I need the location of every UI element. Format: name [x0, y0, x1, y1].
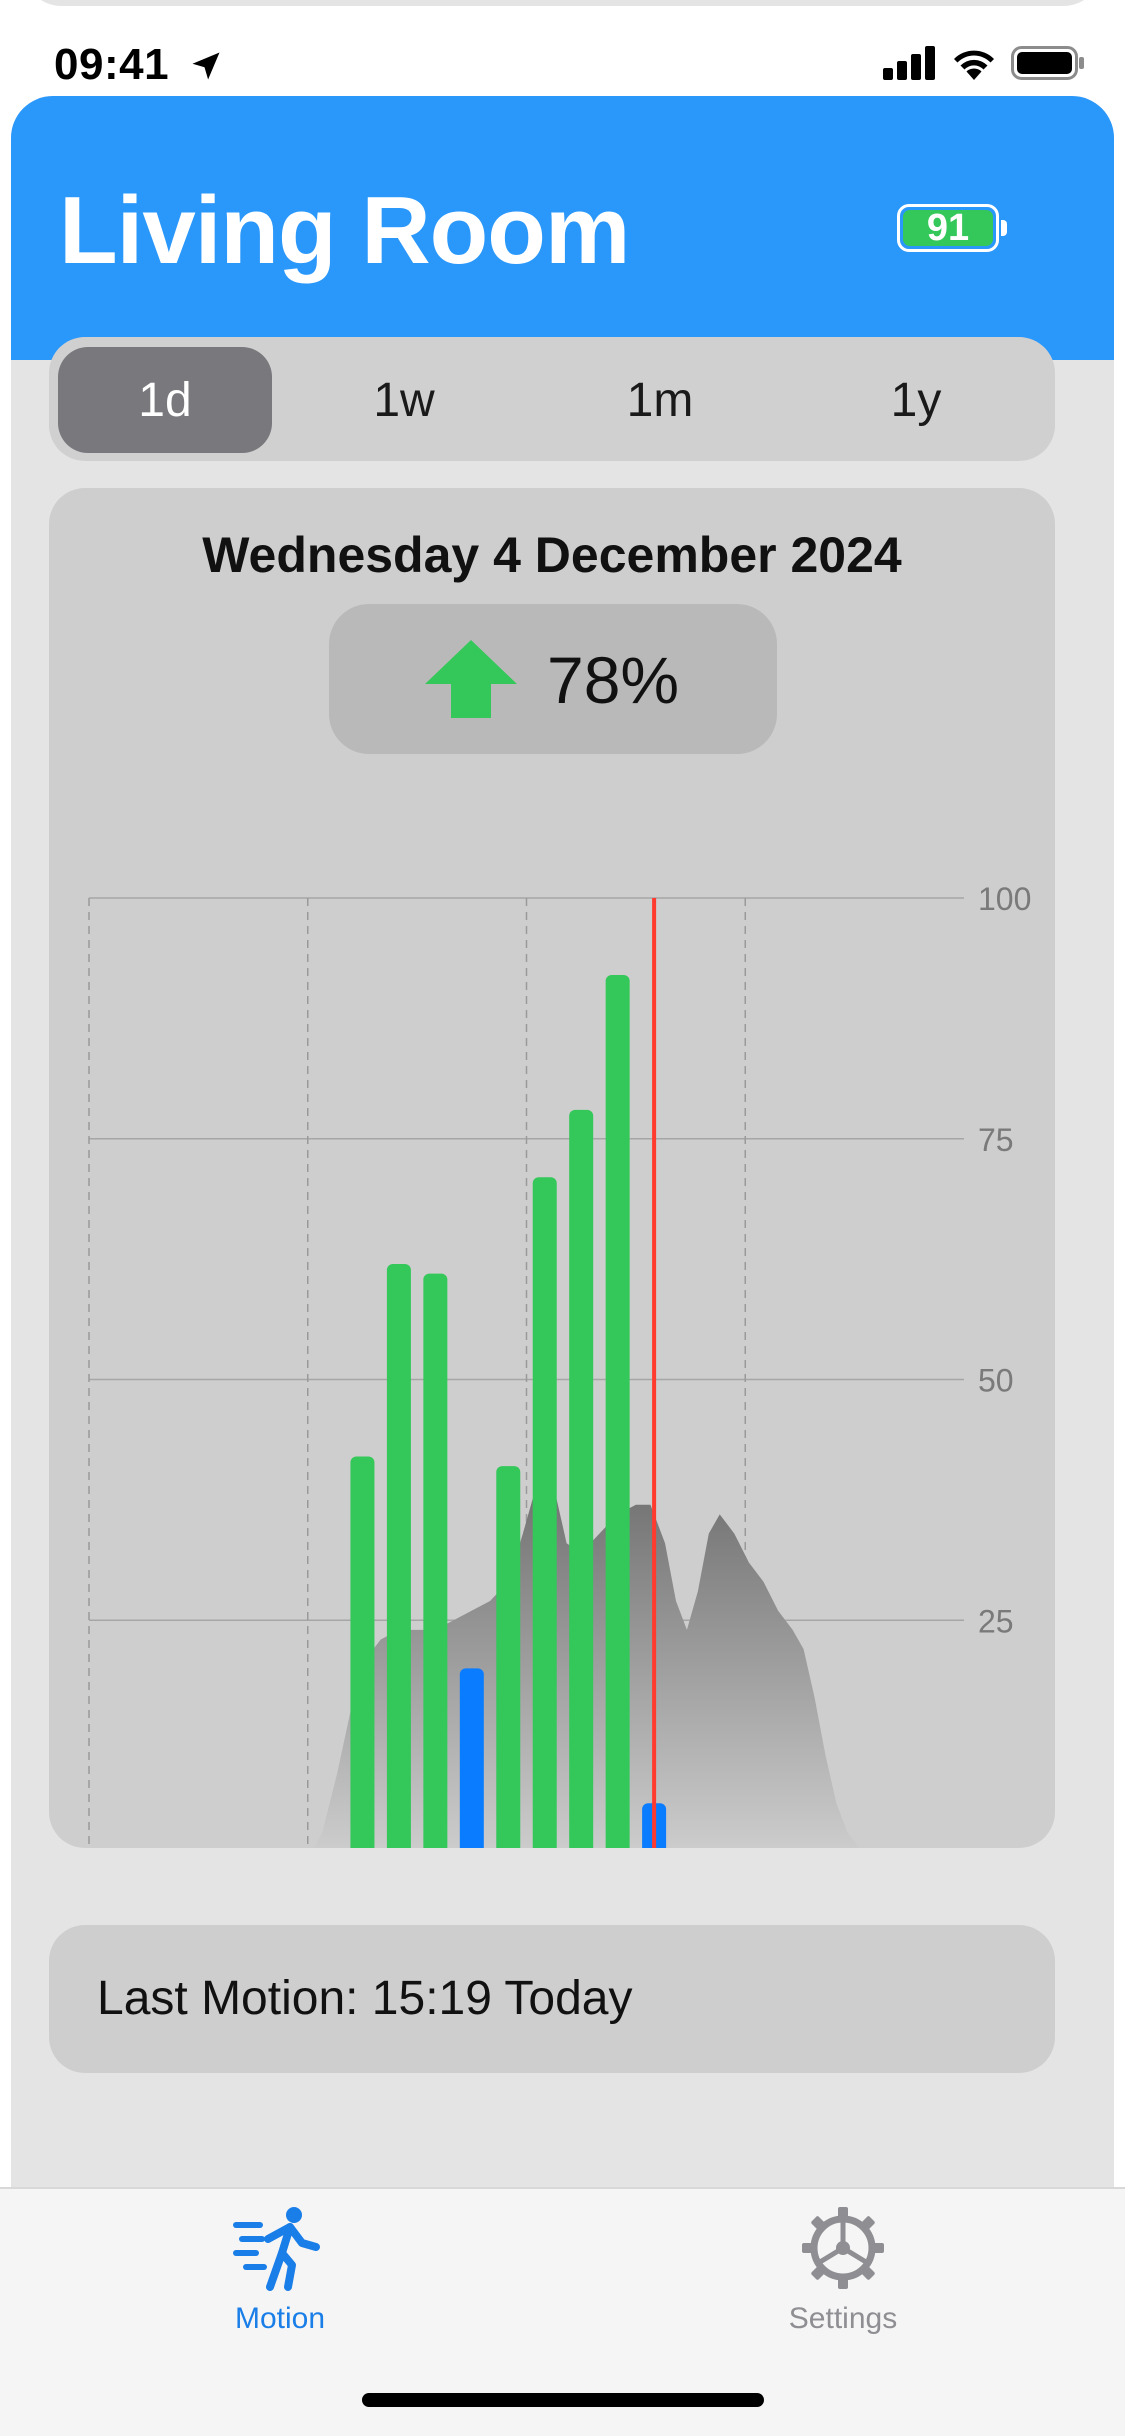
y-tick-label: 25: [978, 1603, 1014, 1639]
chart-bar: [386, 1263, 411, 1848]
battery-status-icon: [1011, 46, 1085, 85]
range-tab-1w[interactable]: 1w: [319, 347, 489, 453]
battery-level: 91: [903, 207, 993, 249]
wifi-icon: [951, 46, 997, 85]
running-person-icon: [232, 2205, 328, 2296]
tab-motion[interactable]: Motion: [180, 2205, 380, 2355]
chart-bar: [459, 1668, 484, 1848]
device-battery-badge: 91: [897, 204, 1007, 252]
status-bar: 09:41: [0, 0, 1125, 100]
chart-bar: [569, 1109, 594, 1848]
range-segmented-control: 1d 1w 1m 1y: [49, 337, 1055, 461]
status-icons: [883, 46, 1085, 85]
battery-body: 91: [897, 204, 999, 252]
gear-icon: [800, 2205, 886, 2296]
battery-tip: [1001, 220, 1007, 236]
tab-settings[interactable]: Settings: [743, 2205, 943, 2355]
last-motion-card: Last Motion: 15:19 Today: [49, 1925, 1055, 2073]
cellular-signal-icon: [883, 46, 937, 85]
home-indicator: [362, 2393, 764, 2407]
status-time: 09:41: [54, 40, 170, 89]
chart-bar: [496, 1466, 521, 1848]
room-header: Living Room 91: [11, 96, 1114, 360]
chart-bar: [532, 1177, 557, 1848]
location-arrow-icon: [188, 48, 224, 89]
y-tick-label: 100: [978, 881, 1031, 917]
motion-chart-card: Wednesday 4 December 2024 78% 0255075100…: [49, 488, 1055, 1848]
range-tab-1m[interactable]: 1m: [575, 347, 745, 453]
range-tab-1d[interactable]: 1d: [58, 347, 272, 453]
page-title: Living Room: [59, 177, 630, 284]
y-tick-label: 0: [978, 1844, 996, 1848]
y-tick-label: 75: [978, 1122, 1014, 1158]
tab-settings-label: Settings: [788, 2302, 898, 2335]
y-tick-label: 50: [978, 1363, 1014, 1399]
motion-chart: 025507510000061218: [88, 881, 1031, 1848]
range-tab-1y[interactable]: 1y: [831, 347, 1001, 453]
chart-bar: [350, 1456, 375, 1848]
last-motion-text: Last Motion: 15:19 Today: [97, 1972, 633, 2025]
tab-motion-label: Motion: [234, 2302, 326, 2335]
chart-bar: [605, 975, 630, 1848]
chart-bar: [423, 1273, 448, 1848]
